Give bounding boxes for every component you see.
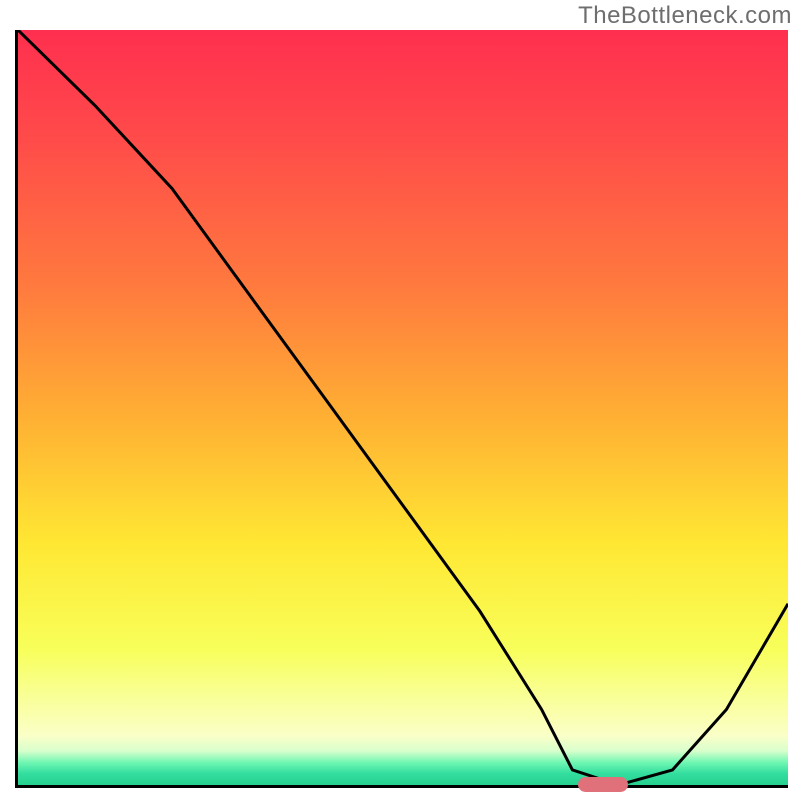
bottleneck-curve [18, 30, 788, 785]
chart-container: TheBottleneck.com [0, 0, 800, 800]
optimum-marker [578, 777, 628, 792]
watermark-label: TheBottleneck.com [578, 2, 792, 30]
plot-area [15, 30, 788, 788]
